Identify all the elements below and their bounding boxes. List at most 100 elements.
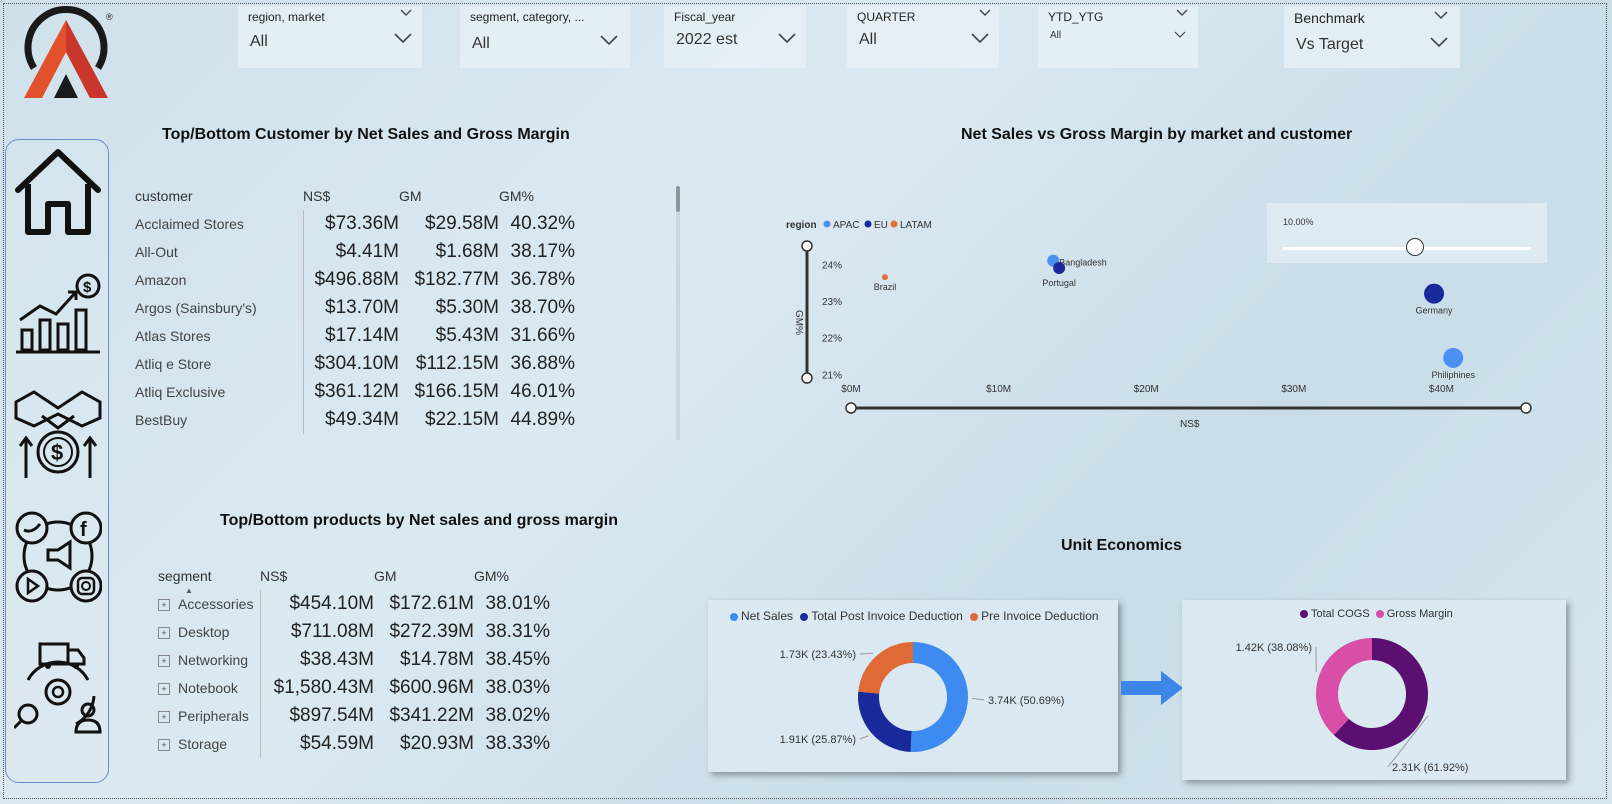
expand-icon[interactable]: +	[158, 599, 170, 612]
value-cell: $600.96M	[389, 677, 474, 698]
table-row[interactable]: All-Out $4.41M $1.68M 38.17%	[135, 238, 575, 266]
table-row[interactable]: Amazon $496.88M $182.77M 36.78%	[135, 266, 575, 294]
data-label: 1.73K (23.43%)	[780, 649, 856, 661]
slicer-title: YTD_YTG	[1048, 10, 1104, 24]
table-row[interactable]: + Peripherals $897.54M $341.22M 38.02%	[158, 702, 550, 730]
column-header[interactable]: GM	[374, 562, 474, 590]
chevron-down-icon[interactable]	[1176, 8, 1188, 18]
expand-icon[interactable]: +	[158, 655, 170, 668]
slicer-title: Benchmark	[1294, 10, 1365, 26]
row-label-cell: Atliq Exclusive	[135, 378, 304, 406]
chevron-down-icon[interactable]	[400, 8, 412, 18]
data-label: 2.31K (61.92%)	[1392, 762, 1468, 774]
value-cell: $272.39M	[389, 621, 474, 642]
expand-icon[interactable]: +	[158, 627, 170, 640]
value-cell: $711.08M	[290, 621, 374, 642]
expand-icon[interactable]: +	[158, 711, 170, 724]
legend-item[interactable]: EU	[874, 220, 888, 231]
expand-icon[interactable]: +	[158, 739, 170, 752]
scatter-point[interactable]	[1443, 347, 1464, 368]
table-row[interactable]: + Storage $54.59M $20.93M 38.33%	[158, 730, 550, 758]
gm-threshold-slider[interactable]: 10.00%	[1267, 203, 1547, 263]
column-header[interactable]: GM	[399, 182, 499, 210]
expand-icon[interactable]: +	[158, 683, 170, 696]
value-cell: $897.54M	[289, 705, 374, 726]
chevron-down-icon[interactable]	[971, 32, 989, 44]
table-row[interactable]: Argos (Sainsbury's) $13.70M $5.30M 38.70%	[135, 294, 575, 322]
value-cell: $496.88M	[314, 269, 399, 290]
row-label: Desktop	[178, 624, 230, 640]
logistics-settings-icon[interactable]	[12, 640, 102, 736]
x-tick-label: $10M	[986, 384, 1011, 395]
slider-value-label: 10.00%	[1283, 217, 1314, 227]
table-row[interactable]: Atlas Stores $17.14M $5.43M 31.66%	[135, 322, 575, 350]
table-row[interactable]: + Networking $38.43M $14.78M 38.45%	[158, 646, 550, 674]
social-media-icon[interactable]: f	[14, 508, 103, 604]
point-label: Philiphines	[1431, 370, 1475, 380]
slicer-quarter[interactable]: QUARTER All	[847, 6, 999, 68]
table-row[interactable]: Atliq Exclusive $361.12M $166.15M 46.01%	[135, 378, 575, 406]
chevron-down-icon[interactable]	[1430, 36, 1448, 48]
donut-slice[interactable]	[910, 642, 969, 752]
value-cell: $49.34M	[325, 409, 399, 430]
table-row[interactable]: + Accessories $454.10M $172.61M 38.01%	[158, 590, 550, 618]
value-cell: $1,580.43M	[273, 677, 374, 698]
table-row[interactable]: + Notebook $1,580.43M $600.96M 38.03%	[158, 674, 550, 702]
leader-line	[971, 697, 985, 701]
row-label-cell: + Notebook	[158, 674, 261, 702]
column-header[interactable]: NS$	[260, 562, 374, 590]
value-cell: $166.15M	[414, 381, 499, 402]
table-scrollbar[interactable]	[676, 186, 680, 440]
legend-item[interactable]: LATAM	[900, 220, 932, 231]
column-header[interactable]: GM%	[474, 562, 550, 590]
y-tick-label: 23%	[822, 297, 842, 308]
deal-money-icon[interactable]: $	[14, 388, 102, 480]
point-label: Brazil	[874, 282, 897, 292]
slicer-segment-category[interactable]: segment, category, ... All	[460, 6, 630, 68]
slicer-value: Vs Target	[1296, 36, 1364, 53]
y-range-slider-handle[interactable]	[801, 372, 813, 384]
home-icon[interactable]	[14, 146, 102, 236]
column-header[interactable]: GM%	[499, 182, 575, 210]
value-cell: 38.31%	[485, 621, 550, 642]
chevron-down-icon[interactable]	[600, 34, 618, 46]
slider-handle[interactable]	[1406, 238, 1424, 256]
column-header[interactable]: customer	[135, 182, 303, 210]
row-label: Storage	[178, 736, 228, 752]
slicer-ytd-ytg[interactable]: YTD_YTG All	[1038, 6, 1198, 68]
chevron-down-icon[interactable]	[778, 32, 796, 44]
column-header[interactable]: segment	[158, 562, 260, 590]
row-label: Atlas Stores	[135, 328, 211, 344]
row-label: Peripherals	[178, 708, 249, 724]
chevron-down-icon[interactable]	[394, 32, 412, 44]
sort-ascending-icon[interactable]: ▲	[185, 586, 193, 595]
table-row[interactable]: + Desktop $711.08M $272.39M 38.31%	[158, 618, 550, 646]
slicer-region-market[interactable]: region, market All	[238, 6, 422, 68]
column-header[interactable]: NS$	[303, 182, 399, 210]
point-label: Bangladesh	[1059, 258, 1107, 268]
value-cell: $182.77M	[414, 269, 499, 290]
row-label-cell: Argos (Sainsbury's)	[135, 294, 304, 322]
x-range-slider-handle[interactable]	[1520, 402, 1532, 414]
slicer-benchmark[interactable]: Benchmark Vs Target	[1284, 6, 1460, 68]
scatter-point[interactable]	[1424, 283, 1445, 304]
chevron-down-icon[interactable]	[979, 8, 991, 18]
slicer-value: All	[472, 35, 490, 52]
table-row[interactable]: Atliq e Store $304.10M $112.15M 36.88%	[135, 350, 575, 378]
donut-slice[interactable]	[858, 691, 912, 752]
donut-slice[interactable]	[858, 642, 913, 694]
scatter-point[interactable]	[1053, 262, 1066, 274]
scatter-point[interactable]	[881, 274, 888, 281]
sales-growth-icon[interactable]: $	[14, 270, 102, 354]
value-cell: $112.15M	[415, 353, 499, 374]
x-range-slider-handle[interactable]	[845, 402, 857, 414]
slicer-fiscal-year[interactable]: Fiscal_year 2022 est	[664, 6, 806, 68]
table-row[interactable]: Acclaimed Stores $73.36M $29.58M 40.32%	[135, 210, 575, 238]
table-row[interactable]: BestBuy $49.34M $22.15M 44.89%	[135, 406, 575, 434]
y-range-slider-handle[interactable]	[801, 240, 813, 252]
chevron-down-icon[interactable]	[1174, 30, 1186, 40]
y-tick-label: 21%	[822, 370, 842, 381]
chevron-down-icon[interactable]	[1434, 10, 1448, 20]
legend-item[interactable]: APAC	[833, 220, 860, 231]
donut-slice[interactable]	[1316, 638, 1372, 735]
